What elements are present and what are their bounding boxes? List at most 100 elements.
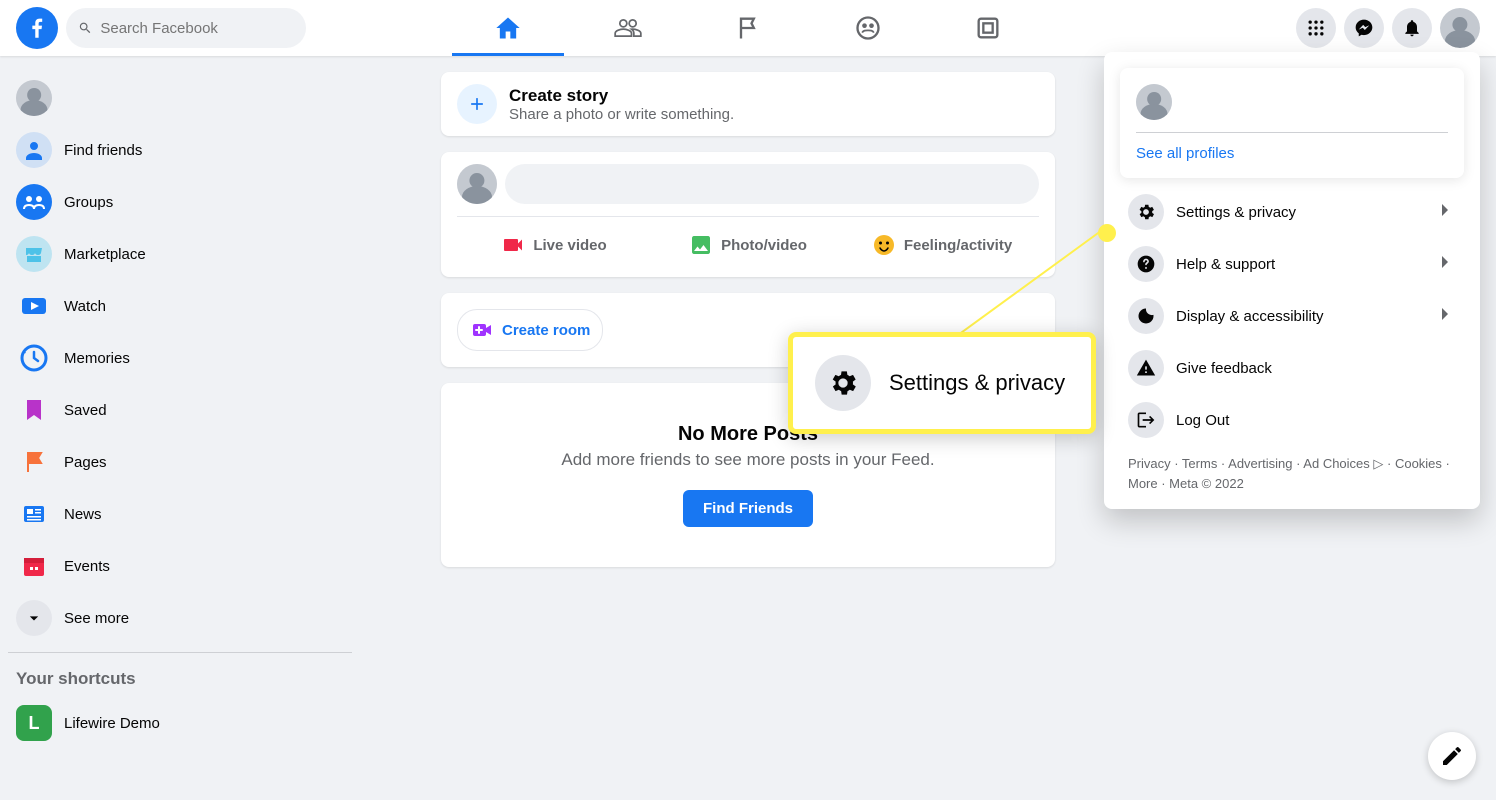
notifications-button[interactable] — [1392, 8, 1432, 48]
friends-icon — [614, 14, 642, 42]
sidebar-label: See more — [64, 610, 129, 627]
create-room-label: Create room — [502, 322, 590, 339]
sidebar-label: Find friends — [64, 142, 142, 159]
top-navigation — [0, 0, 1496, 56]
search-input[interactable] — [100, 20, 294, 37]
gear-icon — [815, 355, 871, 411]
photo-video-action[interactable]: Photo/video — [651, 225, 845, 265]
menu-give-feedback[interactable]: Give feedback — [1120, 342, 1464, 394]
photo-icon — [689, 233, 713, 257]
composer-input[interactable] — [505, 164, 1039, 204]
shortcuts-heading: Your shortcuts — [8, 661, 352, 697]
saved-icon — [16, 392, 52, 428]
composer-top — [457, 164, 1039, 217]
nav-tab-home[interactable] — [452, 0, 564, 56]
sidebar-profile[interactable] — [8, 72, 352, 124]
topnav-center — [360, 0, 1136, 56]
shortcut-icon: L — [16, 705, 52, 741]
shortcut-label: Lifewire Demo — [64, 715, 160, 732]
events-icon — [16, 548, 52, 584]
menu-log-out[interactable]: Log Out — [1120, 394, 1464, 446]
sidebar-saved[interactable]: Saved — [8, 384, 352, 436]
avatar-icon — [16, 80, 52, 116]
account-button[interactable] — [1440, 8, 1480, 48]
action-label: Live video — [533, 237, 606, 254]
emoji-icon — [872, 233, 896, 257]
marketplace-icon — [16, 236, 52, 272]
chevron-right-icon — [1432, 250, 1456, 279]
topnav-right — [1136, 8, 1496, 48]
menu-help-support[interactable]: Help & support — [1120, 238, 1464, 290]
news-icon — [16, 496, 52, 532]
sidebar-label: Saved — [64, 402, 107, 419]
nav-tab-groups[interactable] — [812, 0, 924, 56]
composer-avatar[interactable] — [457, 164, 497, 204]
avatar-icon — [1440, 8, 1480, 48]
chevron-right-icon — [1432, 198, 1456, 227]
menu-button[interactable] — [1296, 8, 1336, 48]
topnav-left — [0, 7, 360, 49]
sidebar-news[interactable]: News — [8, 488, 352, 540]
no-posts-subtitle: Add more friends to see more posts in yo… — [481, 450, 1015, 470]
shortcut-item[interactable]: L Lifewire Demo — [8, 697, 352, 749]
search-box[interactable] — [66, 8, 306, 48]
home-icon — [494, 14, 522, 42]
grid-icon — [1306, 18, 1326, 38]
groups-icon — [854, 14, 882, 42]
create-story-subtitle: Share a photo or write something. — [509, 106, 734, 123]
facebook-logo[interactable] — [16, 7, 58, 49]
menu-label: Help & support — [1176, 256, 1420, 273]
sidebar-label: Pages — [64, 454, 107, 471]
callout-dot — [1098, 224, 1116, 242]
callout-label: Settings & privacy — [889, 370, 1065, 396]
sidebar-marketplace[interactable]: Marketplace — [8, 228, 352, 280]
footer-links[interactable]: Privacy · Terms · Advertising · Ad Choic… — [1112, 446, 1472, 501]
profile-row[interactable] — [1124, 72, 1460, 132]
see-all-profiles[interactable]: See all profiles — [1124, 133, 1460, 174]
menu-label: Give feedback — [1176, 360, 1456, 377]
action-label: Photo/video — [721, 237, 807, 254]
help-icon — [1128, 246, 1164, 282]
divider — [8, 652, 352, 653]
flag-icon — [734, 14, 762, 42]
nav-tab-friends[interactable] — [572, 0, 684, 56]
live-video-action[interactable]: Live video — [457, 225, 651, 265]
sidebar-find-friends[interactable]: Find friends — [8, 124, 352, 176]
gaming-icon — [974, 14, 1002, 42]
nav-tab-gaming[interactable] — [932, 0, 1044, 56]
callout-settings-privacy: Settings & privacy — [788, 332, 1096, 434]
find-friends-button[interactable]: Find Friends — [683, 490, 813, 527]
groups-icon — [16, 184, 52, 220]
menu-display-accessibility[interactable]: Display & accessibility — [1120, 290, 1464, 342]
sidebar-pages[interactable]: Pages — [8, 436, 352, 488]
sidebar-label: Marketplace — [64, 246, 146, 263]
sidebar-label: Memories — [64, 350, 130, 367]
sidebar-see-more[interactable]: See more — [8, 592, 352, 644]
menu-label: Log Out — [1176, 412, 1456, 429]
create-story-card[interactable]: Create story Share a photo or write some… — [441, 72, 1055, 136]
memories-icon — [16, 340, 52, 376]
profile-card: See all profiles — [1120, 68, 1464, 178]
sidebar-events[interactable]: Events — [8, 540, 352, 592]
menu-label: Settings & privacy — [1176, 204, 1420, 221]
messenger-icon — [1354, 18, 1374, 38]
menu-label: Display & accessibility — [1176, 308, 1420, 325]
messenger-button[interactable] — [1344, 8, 1384, 48]
chevron-down-icon — [16, 600, 52, 636]
gear-icon — [1128, 194, 1164, 230]
account-menu: See all profiles Settings & privacy Help… — [1104, 52, 1480, 509]
menu-settings-privacy[interactable]: Settings & privacy — [1120, 186, 1464, 238]
nav-tab-pages[interactable] — [692, 0, 804, 56]
create-story-text: Create story Share a photo or write some… — [509, 86, 734, 123]
sidebar-memories[interactable]: Memories — [8, 332, 352, 384]
sidebar-watch[interactable]: Watch — [8, 280, 352, 332]
find-friends-icon — [16, 132, 52, 168]
edit-fab[interactable] — [1428, 732, 1476, 780]
plus-icon — [457, 84, 497, 124]
sidebar-label: News — [64, 506, 102, 523]
bell-icon — [1402, 18, 1422, 38]
create-room-button[interactable]: Create room — [457, 309, 603, 351]
left-sidebar: Find friends Groups Marketplace Watch Me… — [0, 56, 360, 800]
feedback-icon — [1128, 350, 1164, 386]
sidebar-groups[interactable]: Groups — [8, 176, 352, 228]
